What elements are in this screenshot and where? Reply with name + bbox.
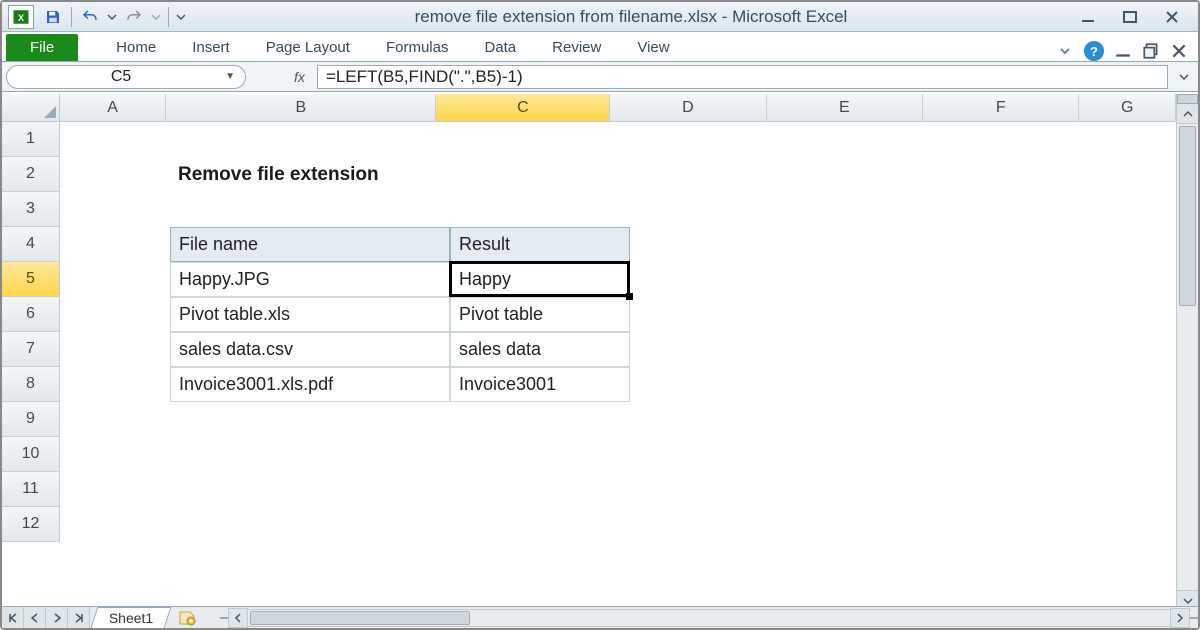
titlebar: X remove file extension from filename.xl…	[2, 2, 1198, 32]
close-icon[interactable]	[1158, 7, 1186, 27]
cell-c7[interactable]: sales data	[450, 332, 630, 367]
undo-dropdown-icon[interactable]	[105, 5, 119, 29]
redo-dropdown-icon[interactable]	[149, 5, 163, 29]
spreadsheet-grid: 123456789101112 ABCDEFG Remove file exte…	[2, 94, 1198, 610]
row-header-10[interactable]: 10	[2, 437, 60, 472]
scroll-left-icon[interactable]	[228, 608, 248, 628]
formula-input[interactable]: =LEFT(B5,FIND(".",B5)-1)	[317, 65, 1168, 89]
save-icon[interactable]	[40, 5, 66, 29]
new-sheet-icon[interactable]	[174, 607, 200, 628]
workbook-restore-icon[interactable]	[1142, 42, 1160, 60]
cell-c8[interactable]: Invoice3001	[450, 367, 630, 402]
maximize-icon[interactable]	[1116, 7, 1144, 27]
ribbon-tab-pagelayout[interactable]: Page Layout	[248, 34, 368, 61]
column-header-c[interactable]: C	[436, 94, 610, 122]
column-header-a[interactable]: A	[60, 94, 166, 122]
name-box[interactable]: C5 ▼	[6, 65, 246, 89]
name-box-dropdown-icon[interactable]: ▼	[225, 71, 235, 82]
cell-b5[interactable]: Happy.JPG	[170, 262, 450, 297]
fill-handle[interactable]	[626, 293, 633, 300]
cell-c6[interactable]: Pivot table	[450, 297, 630, 332]
cells-area[interactable]: Remove file extension File name Result H…	[60, 122, 1176, 610]
tab-split-handle[interactable]	[220, 617, 228, 619]
table-header-result[interactable]: Result	[450, 227, 630, 262]
scroll-up-icon[interactable]	[1177, 104, 1198, 124]
formula-bar: C5 ▼ fx =LEFT(B5,FIND(".",B5)-1)	[2, 62, 1198, 92]
row-header-1[interactable]: 1	[2, 122, 60, 157]
row-header-7[interactable]: 7	[2, 332, 60, 367]
ribbon-tabs: File Home Insert Page Layout Formulas Da…	[2, 32, 1198, 62]
cell-b7[interactable]: sales data.csv	[170, 332, 450, 367]
sheet-nav-prev-icon[interactable]	[24, 607, 46, 628]
fx-icon[interactable]: fx	[294, 69, 305, 85]
qat-customize-icon[interactable]	[174, 5, 188, 29]
redo-icon[interactable]	[121, 5, 147, 29]
horizontal-scrollbar[interactable]	[220, 607, 1198, 628]
cell-b6[interactable]: Pivot table.xls	[170, 297, 450, 332]
ribbon-tab-review[interactable]: Review	[534, 34, 619, 61]
table-header-filename[interactable]: File name	[170, 227, 450, 262]
vertical-scroll-thumb[interactable]	[1179, 126, 1196, 306]
ribbon-tab-data[interactable]: Data	[466, 34, 534, 61]
column-headers: ABCDEFG	[60, 94, 1176, 122]
sheet-tab-active[interactable]: Sheet1	[91, 607, 172, 628]
row-header-9[interactable]: 9	[2, 402, 60, 437]
formula-text: =LEFT(B5,FIND(".",B5)-1)	[326, 67, 523, 87]
window-title: remove file extension from filename.xlsx…	[188, 7, 1074, 27]
formula-expand-icon[interactable]	[1174, 71, 1194, 83]
name-box-value: C5	[17, 68, 225, 86]
sheet-tab-bar: Sheet1	[2, 606, 1198, 628]
minimize-icon[interactable]	[1074, 7, 1102, 27]
sheet-nav-first-icon[interactable]	[2, 607, 24, 628]
row-header-8[interactable]: 8	[2, 367, 60, 402]
column-header-e[interactable]: E	[767, 94, 923, 122]
column-header-d[interactable]: D	[610, 94, 766, 122]
workbook-close-icon[interactable]	[1170, 42, 1188, 60]
ribbon-tab-insert[interactable]: Insert	[174, 34, 248, 61]
ribbon-tab-view[interactable]: View	[619, 34, 687, 61]
ribbon-tab-home[interactable]: Home	[98, 34, 174, 61]
sheet-nav-next-icon[interactable]	[46, 607, 68, 628]
row-header-12[interactable]: 12	[2, 507, 60, 542]
sheet-nav-last-icon[interactable]	[68, 607, 90, 628]
row-header-2[interactable]: 2	[2, 157, 60, 192]
excel-app-icon[interactable]: X	[8, 5, 34, 29]
row-headers: 123456789101112	[2, 122, 60, 542]
undo-icon[interactable]	[77, 5, 103, 29]
workbook-minimize-icon[interactable]	[1114, 42, 1132, 60]
column-header-f[interactable]: F	[923, 94, 1079, 122]
horizontal-scroll-thumb[interactable]	[250, 611, 470, 625]
sheet-tab-label: Sheet1	[109, 610, 153, 626]
cell-c5[interactable]: Happy	[450, 262, 630, 297]
row-header-5[interactable]: 5	[2, 262, 60, 297]
row-header-3[interactable]: 3	[2, 192, 60, 227]
row-header-6[interactable]: 6	[2, 297, 60, 332]
help-icon[interactable]: ?	[1084, 41, 1104, 61]
quick-access-toolbar	[40, 5, 188, 29]
horizontal-split-handle[interactable]	[1190, 617, 1198, 619]
vertical-split-handle[interactable]	[1177, 94, 1198, 104]
select-all-corner[interactable]	[2, 94, 60, 122]
column-header-g[interactable]: G	[1079, 94, 1176, 122]
scroll-right-icon[interactable]	[1170, 608, 1190, 628]
svg-text:X: X	[18, 12, 24, 22]
ribbon-minimize-icon[interactable]	[1056, 42, 1074, 60]
cell-heading[interactable]: Remove file extension	[170, 157, 610, 192]
row-header-4[interactable]: 4	[2, 227, 60, 262]
vertical-scrollbar[interactable]	[1176, 94, 1198, 610]
file-tab[interactable]: File	[6, 34, 78, 61]
row-header-11[interactable]: 11	[2, 472, 60, 507]
window-controls	[1074, 7, 1192, 27]
ribbon-tab-formulas[interactable]: Formulas	[368, 34, 467, 61]
cell-b8[interactable]: Invoice3001.xls.pdf	[170, 367, 450, 402]
column-header-b[interactable]: B	[166, 94, 436, 122]
